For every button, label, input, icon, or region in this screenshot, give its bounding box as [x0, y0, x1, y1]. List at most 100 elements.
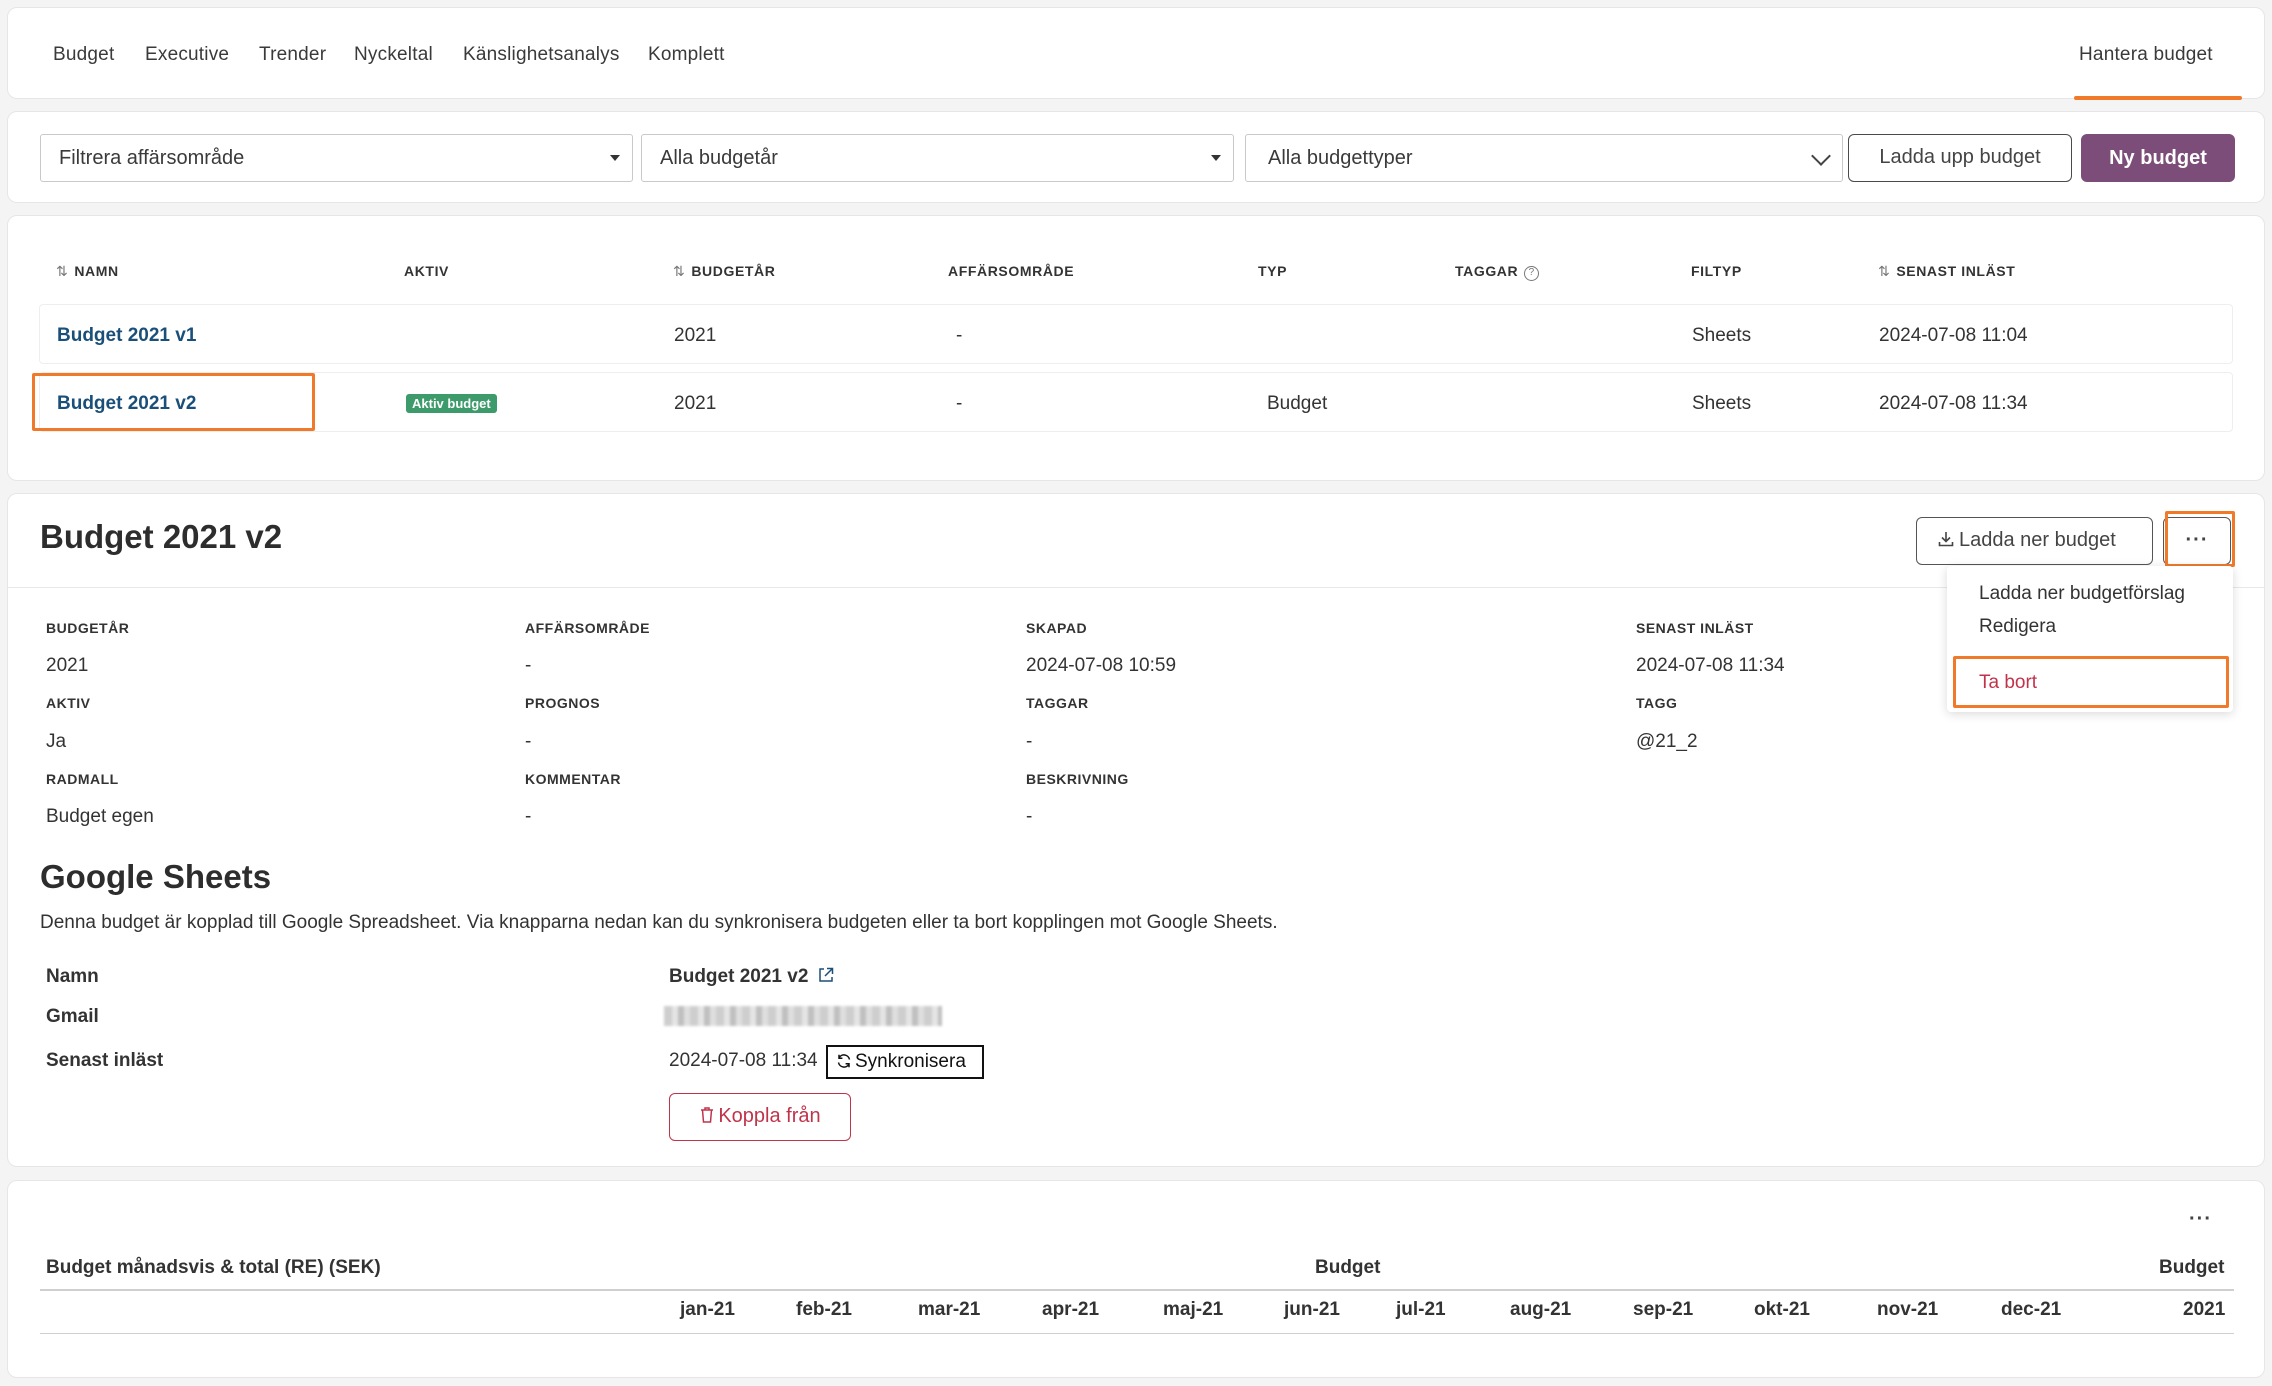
- gs-name-label: Namn: [46, 966, 99, 987]
- monthly-group-budget: Budget: [1315, 1257, 1381, 1278]
- col-header-senast-inlast[interactable]: ⇅ SENAST INLÄST: [1878, 263, 2015, 280]
- table-row[interactable]: Budget 2021 v1 2021 - Sheets 2024-07-08 …: [39, 304, 2233, 364]
- total-year-header: 2021: [2183, 1299, 2226, 1320]
- gs-gmail-label: Gmail: [46, 1006, 99, 1027]
- beskrivning-value: -: [1026, 806, 1033, 827]
- business-area-select-value: Filtrera affärsområde: [59, 147, 245, 169]
- sort-icon: ⇅: [56, 263, 69, 279]
- prognos-label: PROGNOS: [525, 695, 601, 711]
- col-header-affarsomrade: AFFÄRSOMRÅDE: [948, 263, 1075, 279]
- budgetar-label: BUDGETÅR: [46, 620, 130, 636]
- monthly-title: Budget månadsvis & total (RE) (SEK): [46, 1257, 381, 1278]
- menu-item-download-proposal[interactable]: Ladda ner budgetförslag: [1979, 583, 2185, 605]
- month-header: jul-21: [1396, 1299, 1446, 1320]
- gs-loaded-value: 2024-07-08 11:34: [669, 1050, 818, 1071]
- business-area-select[interactable]: Filtrera affärsområde: [40, 134, 633, 182]
- month-header: okt-21: [1754, 1299, 1810, 1320]
- budget-year-select-value: Alla budgetår: [660, 147, 778, 169]
- taggar-value: -: [1026, 731, 1033, 752]
- nav-tab-budget[interactable]: Budget: [53, 44, 114, 66]
- table-row[interactable]: Budget 2021 v2 Aktiv budget 2021 - Budge…: [39, 372, 2233, 432]
- nav-tab-executive[interactable]: Executive: [145, 44, 229, 66]
- divider: [40, 1289, 2234, 1291]
- col-header-budgetar[interactable]: ⇅ BUDGETÅR: [673, 263, 775, 280]
- google-sheets-description: Denna budget är kopplad till Google Spre…: [40, 912, 1278, 933]
- active-budget-badge: Aktiv budget: [406, 394, 497, 413]
- loaded-cell: 2024-07-08 11:34: [1879, 393, 2028, 414]
- month-header: sep-21: [1633, 1299, 1694, 1320]
- loaded-cell: 2024-07-08 11:04: [1879, 325, 2028, 346]
- business-area-cell: -: [956, 393, 963, 414]
- budget-type-select-value: Alla budgettyper: [1268, 147, 1413, 169]
- affarsomrade-value: -: [525, 655, 532, 676]
- menu-item-edit[interactable]: Redigera: [1979, 616, 2056, 638]
- month-header: jun-21: [1284, 1299, 1340, 1320]
- budget-year-cell: 2021: [674, 325, 717, 346]
- beskrivning-label: BESKRIVNING: [1026, 771, 1129, 787]
- menu-item-delete[interactable]: Ta bort: [1979, 672, 2037, 694]
- month-header: dec-21: [2001, 1299, 2062, 1320]
- budgetar-value: 2021: [46, 655, 89, 676]
- col-header-aktiv: AKTIV: [404, 263, 449, 279]
- budget-year-select[interactable]: Alla budgetår: [641, 134, 1234, 182]
- kommentar-label: KOMMENTAR: [525, 771, 622, 787]
- divider: [40, 1333, 2234, 1334]
- sort-icon: ⇅: [1878, 263, 1891, 279]
- col-header-taggar: TAGGAR?: [1455, 263, 1540, 281]
- kommentar-value: -: [525, 806, 532, 827]
- month-header: apr-21: [1042, 1299, 1100, 1320]
- sync-button[interactable]: Synkronisera: [826, 1045, 984, 1079]
- upload-budget-button[interactable]: Ladda upp budget: [1848, 134, 2072, 182]
- new-budget-button[interactable]: Ny budget: [2081, 134, 2235, 182]
- gs-sheet-link[interactable]: Budget 2021 v2: [669, 966, 835, 988]
- col-header-namn[interactable]: ⇅ NAMN: [56, 263, 119, 280]
- budget-table: ⇅ NAMN AKTIV ⇅ BUDGETÅR AFFÄRSOMRÅDE TYP T…: [7, 215, 2265, 481]
- budget-name-link[interactable]: Budget 2021 v1: [57, 325, 196, 347]
- taggar-label: TAGGAR: [1026, 695, 1089, 711]
- filter-bar: Filtrera affärsområde Alla budgetår Alla…: [7, 111, 2265, 203]
- month-header: feb-21: [796, 1299, 852, 1320]
- month-header: maj-21: [1163, 1299, 1224, 1320]
- month-header: jan-21: [680, 1299, 735, 1320]
- caret-down-icon: [1211, 155, 1221, 161]
- google-sheets-title: Google Sheets: [40, 858, 272, 895]
- budget-year-cell: 2021: [674, 393, 717, 414]
- tagg-label: TAGG: [1636, 695, 1678, 711]
- month-header: mar-21: [918, 1299, 981, 1320]
- senast-inlast-label: SENAST INLÄST: [1636, 620, 1754, 636]
- trash-icon: [701, 1107, 714, 1123]
- aktiv-label: AKTIV: [46, 695, 91, 711]
- unlink-button[interactable]: Koppla från: [669, 1093, 851, 1141]
- divider: [8, 587, 2264, 588]
- redacted-email: [664, 1006, 942, 1026]
- col-header-filtyp: FILTYP: [1691, 263, 1742, 279]
- sort-icon: ⇅: [673, 263, 686, 279]
- budget-type-select[interactable]: Alla budgettyper: [1245, 134, 1843, 182]
- nav-tab-hantera-budget[interactable]: Hantera budget: [2079, 44, 2213, 66]
- chevron-down-icon: [1811, 146, 1831, 166]
- nav-tab-kanslighetsanalys[interactable]: Känslighetsanalys: [463, 44, 620, 66]
- prognos-value: -: [525, 731, 532, 752]
- nav-tab-trender[interactable]: Trender: [259, 44, 326, 66]
- monthly-budget-table: ··· Budget månadsvis & total (RE) (SEK) …: [7, 1180, 2265, 1378]
- more-options-menu: Ladda ner budgetförslag Redigera Ta bort: [1947, 566, 2233, 712]
- monthly-more-button[interactable]: ···: [2189, 1208, 2212, 1231]
- radmall-value: Budget egen: [46, 806, 154, 827]
- tagg-value: @21_2: [1636, 731, 1698, 752]
- nav-tab-komplett[interactable]: Komplett: [648, 44, 725, 66]
- type-cell: Budget: [1267, 393, 1328, 414]
- nav-tab-nyckeltal[interactable]: Nyckeltal: [354, 44, 433, 66]
- gs-loaded-label: Senast inläst: [46, 1050, 164, 1071]
- budget-details: Budget 2021 v2 Ladda ner budget ··· BUDG…: [7, 493, 2265, 1167]
- budget-name-link[interactable]: Budget 2021 v2: [57, 393, 196, 415]
- affarsomrade-label: AFFÄRSOMRÅDE: [525, 620, 650, 636]
- monthly-group-total: Budget: [2159, 1257, 2225, 1278]
- more-options-button[interactable]: ···: [2163, 517, 2231, 565]
- aktiv-value: Ja: [46, 731, 67, 752]
- external-link-icon: [818, 967, 833, 982]
- help-icon[interactable]: ?: [1524, 266, 1540, 281]
- top-nav: Budget Executive Trender Nyckeltal Känsl…: [7, 7, 2265, 100]
- download-budget-button[interactable]: Ladda ner budget: [1916, 517, 2153, 565]
- month-header: nov-21: [1877, 1299, 1939, 1320]
- skapad-value: 2024-07-08 10:59: [1026, 655, 1177, 676]
